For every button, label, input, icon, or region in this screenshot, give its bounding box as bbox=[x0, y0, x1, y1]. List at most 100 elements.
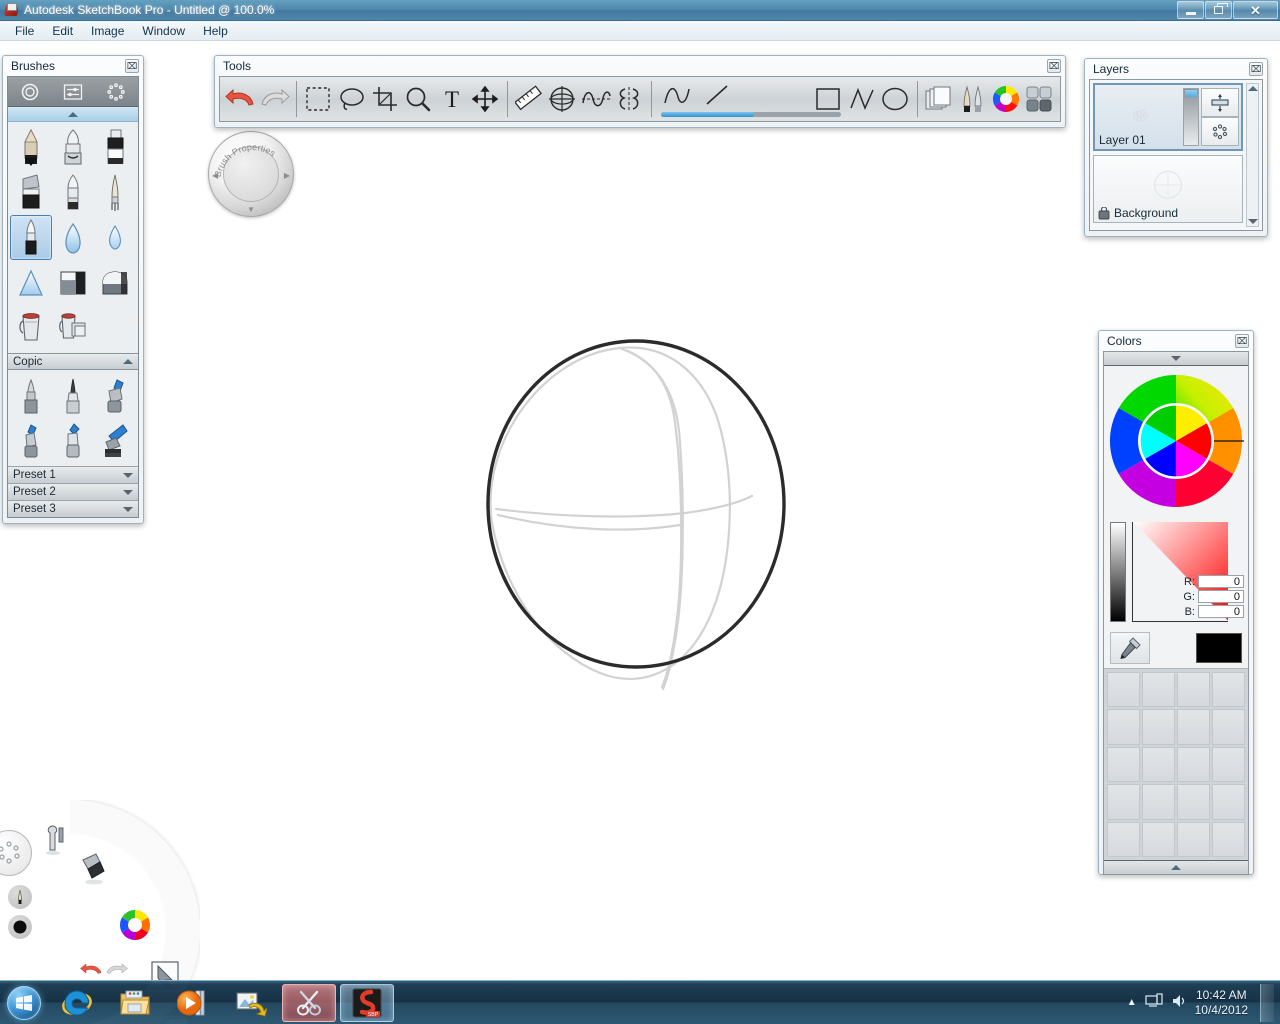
layers-panel-close-icon[interactable]: ⌧ bbox=[1249, 62, 1263, 76]
scroll-up-arrow-icon[interactable] bbox=[1247, 86, 1258, 91]
color-swatch[interactable] bbox=[1177, 672, 1210, 708]
network-icon[interactable] bbox=[1145, 993, 1163, 1012]
brush-flat[interactable] bbox=[10, 170, 52, 215]
brush-preset-1[interactable]: Preset 1 bbox=[8, 466, 138, 483]
colors-collapse-toggle-top[interactable] bbox=[1104, 352, 1248, 366]
tool-paint-bucket[interactable] bbox=[10, 305, 52, 350]
layers-scrollbar[interactable] bbox=[1246, 83, 1259, 227]
ellipse-guide-tool[interactable] bbox=[546, 79, 579, 119]
copic-blue-marker[interactable] bbox=[94, 373, 136, 418]
image-converter-taskbar-button[interactable] bbox=[224, 984, 278, 1022]
colors-panel-close-icon[interactable]: ⌧ bbox=[1235, 334, 1249, 348]
brush-lagoon-icon[interactable] bbox=[78, 852, 112, 886]
color-swatch[interactable] bbox=[1212, 821, 1245, 857]
ruler-tool[interactable] bbox=[512, 79, 545, 119]
polyline-shape-tool[interactable] bbox=[845, 79, 878, 119]
brush-soft-airbrush[interactable] bbox=[52, 215, 94, 260]
toolbars-toggle[interactable] bbox=[1023, 79, 1056, 119]
layer-menu-button[interactable] bbox=[1201, 117, 1239, 146]
close-button[interactable]: ✕ bbox=[1233, 1, 1278, 19]
internet-explorer-taskbar-button[interactable] bbox=[50, 984, 104, 1022]
layer-thumbnail[interactable]: Layer 01 bbox=[1095, 85, 1183, 149]
undo-tool[interactable] bbox=[224, 79, 257, 119]
shade-picker[interactable]: R: 0 G: 0 B: 0 bbox=[1104, 516, 1248, 628]
copic-blue-fine[interactable] bbox=[10, 418, 52, 463]
brush-soft-eraser[interactable] bbox=[94, 260, 136, 305]
text-tool[interactable]: T bbox=[435, 79, 468, 119]
b-value-field[interactable]: 0 bbox=[1198, 605, 1244, 618]
tools-panel-close-icon[interactable]: ⌧ bbox=[1047, 59, 1061, 73]
symmetry-tool[interactable] bbox=[612, 79, 645, 119]
color-swatch[interactable] bbox=[1212, 746, 1245, 783]
color-wheel-lagoon-icon[interactable] bbox=[118, 908, 152, 942]
french-curve-tool[interactable] bbox=[579, 79, 612, 119]
file-explorer-taskbar-button[interactable] bbox=[108, 984, 162, 1022]
scroll-down-arrow-icon[interactable] bbox=[1247, 219, 1258, 224]
color-swatch[interactable] bbox=[1142, 672, 1175, 708]
color-side-button[interactable] bbox=[8, 915, 32, 939]
brush-preset-3[interactable]: Preset 3 bbox=[8, 500, 138, 517]
lasso-select-tool[interactable] bbox=[335, 79, 368, 119]
layer-thumbnail[interactable]: Background bbox=[1094, 156, 1242, 222]
brush-felt-pen[interactable] bbox=[10, 215, 52, 260]
snipping-tool-taskbar-button[interactable] bbox=[282, 983, 336, 1022]
menu-window[interactable]: Window bbox=[133, 22, 194, 40]
brush-section-copic[interactable]: Copic bbox=[8, 353, 138, 370]
layer-opacity-slider[interactable] bbox=[1183, 88, 1199, 146]
eyedropper-icon[interactable] bbox=[1110, 632, 1150, 664]
brush-preview-icon[interactable] bbox=[17, 81, 43, 103]
color-swatch[interactable] bbox=[1142, 746, 1175, 783]
rectangle-shape-tool[interactable] bbox=[812, 79, 845, 119]
menu-image[interactable]: Image bbox=[82, 22, 133, 40]
brush-pencil[interactable] bbox=[10, 125, 52, 170]
color-swatch[interactable] bbox=[1177, 709, 1210, 745]
straight-line-tool[interactable] bbox=[697, 75, 737, 115]
lagoon-hub-icon[interactable] bbox=[0, 830, 32, 876]
taskbar-clock[interactable]: 10:42 AM 10/4/2012 bbox=[1195, 988, 1248, 1018]
media-player-taskbar-button[interactable] bbox=[166, 984, 220, 1022]
sketchbook-pro-taskbar-button[interactable]: SBP bbox=[340, 983, 394, 1022]
menu-file[interactable]: File bbox=[6, 22, 43, 40]
current-color-swatch[interactable] bbox=[1196, 633, 1242, 663]
color-swatch[interactable] bbox=[1212, 784, 1245, 820]
copic-brush-nib[interactable] bbox=[52, 373, 94, 418]
puck-down-arrow-icon[interactable]: ▼ bbox=[247, 205, 255, 214]
zoom-tool[interactable] bbox=[402, 79, 435, 119]
brush-preset-2[interactable]: Preset 2 bbox=[8, 483, 138, 500]
volume-icon[interactable] bbox=[1171, 993, 1187, 1012]
puck-right-arrow-icon[interactable]: ▶ bbox=[284, 171, 290, 180]
start-orb[interactable] bbox=[2, 983, 46, 1023]
r-value-field[interactable]: 0 bbox=[1198, 575, 1244, 588]
layer-row-background[interactable]: Background bbox=[1093, 155, 1243, 223]
menu-help[interactable]: Help bbox=[194, 22, 237, 40]
ellipse-shape-tool[interactable] bbox=[878, 79, 911, 119]
tool-gradient-fill[interactable] bbox=[52, 305, 94, 350]
color-swatch[interactable] bbox=[1142, 821, 1175, 857]
layer-blend-mode-button[interactable] bbox=[1201, 88, 1239, 117]
brush-properties-puck[interactable]: Brush Properties ◀ ▶ ▼ bbox=[208, 131, 294, 217]
colors-collapse-toggle-bottom[interactable] bbox=[1104, 860, 1248, 874]
curve-stroke-tool[interactable] bbox=[657, 75, 697, 115]
brush-glow[interactable] bbox=[10, 260, 52, 305]
color-swatch[interactable] bbox=[1177, 784, 1210, 820]
color-swatch[interactable] bbox=[1177, 821, 1210, 857]
puck-left-arrow-icon[interactable]: ◀ bbox=[212, 171, 218, 180]
g-value-field[interactable]: 0 bbox=[1198, 590, 1244, 603]
color-swatch[interactable] bbox=[1212, 709, 1245, 745]
copic-fine-nib[interactable] bbox=[10, 373, 52, 418]
tray-chevron-up-icon[interactable]: ▲ bbox=[1127, 997, 1137, 1008]
brushes-toggle[interactable] bbox=[956, 79, 989, 119]
copic-wide-marker[interactable] bbox=[94, 418, 136, 463]
color-wheel-svg[interactable] bbox=[1108, 373, 1244, 509]
color-swatch[interactable] bbox=[1107, 784, 1140, 820]
color-swatch[interactable] bbox=[1107, 672, 1140, 708]
color-swatch[interactable] bbox=[1177, 746, 1210, 783]
show-desktop-button[interactable] bbox=[1260, 983, 1274, 1022]
brushes-panel-close-icon[interactable]: ⌧ bbox=[125, 59, 139, 73]
grayscale-ramp[interactable] bbox=[1110, 522, 1126, 622]
move-tool[interactable] bbox=[468, 79, 501, 119]
color-wheel[interactable] bbox=[1104, 366, 1248, 516]
brush-chisel-marker[interactable] bbox=[94, 125, 136, 170]
layer-row-layer-01[interactable]: Layer 01 bbox=[1093, 83, 1243, 151]
brush-size-side-button[interactable] bbox=[8, 885, 32, 909]
